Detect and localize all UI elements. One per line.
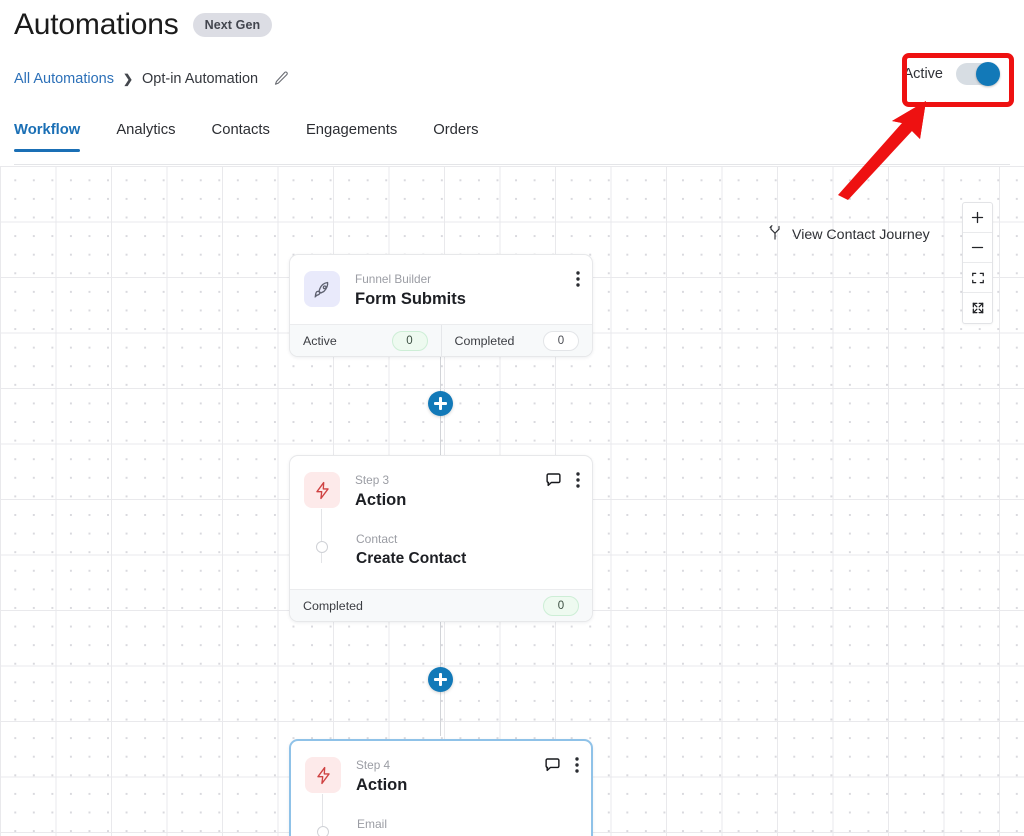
node-header-text: Step 3 Action — [355, 472, 406, 511]
status-toggle-knob — [976, 62, 1000, 86]
tab-bar-divider — [14, 164, 1010, 165]
node-stat-active: Active 0 — [290, 325, 441, 356]
node-actions — [576, 271, 580, 287]
more-options-icon[interactable] — [575, 757, 579, 773]
workflow-node-form-submits[interactable]: Funnel Builder Form Submits Active 0 Com… — [289, 254, 593, 357]
node-detail-subtitle: Email — [357, 817, 388, 831]
page-header: Automations Next Gen All Automations ❯ O… — [0, 0, 1024, 166]
comment-icon[interactable] — [545, 472, 562, 488]
node-detail-text: Contact Create Contact — [356, 531, 578, 569]
node-title: Action — [356, 776, 408, 794]
workflow-node-step-3[interactable]: Step 3 Action Contact Create Contact Com… — [289, 455, 593, 622]
comment-icon[interactable] — [544, 757, 561, 773]
zoom-out-button[interactable] — [963, 233, 992, 263]
node-detail-dot — [315, 541, 328, 553]
node-stat-value: 0 — [543, 595, 579, 616]
next-gen-badge: Next Gen — [192, 13, 273, 37]
node-actions — [545, 472, 580, 488]
fit-view-button[interactable] — [963, 263, 992, 293]
node-actions — [544, 757, 579, 773]
more-options-icon[interactable] — [576, 472, 580, 488]
node-stat-completed: Completed 0 — [440, 325, 593, 356]
node-subtitle: Step 3 — [355, 473, 390, 487]
view-contact-journey-label: View Contact Journey — [792, 227, 930, 243]
tab-bar: Workflow Analytics Contacts Engagements … — [14, 122, 514, 152]
status-toggle-group: Active — [903, 62, 1000, 86]
page-title: Automations — [14, 8, 179, 41]
lightning-bolt-icon — [305, 757, 341, 793]
fullscreen-button[interactable] — [963, 293, 992, 323]
zoom-in-button[interactable] — [963, 203, 992, 233]
journey-branch-icon — [767, 224, 783, 246]
status-toggle[interactable] — [956, 62, 1000, 86]
title-row: Automations Next Gen — [14, 8, 273, 42]
node-stats: Completed 0 — [290, 589, 592, 621]
tab-workflow[interactable]: Workflow — [14, 122, 98, 152]
breadcrumb-separator-icon: ❯ — [122, 71, 134, 86]
node-detail-text: Email — [357, 816, 577, 832]
workflow-node-step-4[interactable]: Step 4 Action Email — [289, 739, 593, 836]
tab-orders[interactable]: Orders — [433, 122, 496, 152]
node-header-text: Step 4 Action — [356, 757, 407, 796]
zoom-controls — [962, 202, 993, 324]
breadcrumb: All Automations ❯ Opt-in Automation — [14, 70, 290, 87]
lightning-bolt-icon — [304, 472, 340, 508]
node-stat-value: 0 — [543, 330, 579, 351]
breadcrumb-all-automations[interactable]: All Automations — [14, 71, 114, 87]
node-detail-dot — [316, 826, 329, 836]
node-header-text: Funnel Builder Form Submits — [355, 271, 466, 310]
more-options-icon[interactable] — [576, 271, 580, 287]
node-stat-value: 0 — [391, 330, 428, 351]
node-header: Funnel Builder Form Submits — [290, 255, 592, 324]
node-subtitle: Funnel Builder — [355, 272, 432, 286]
node-title: Form Submits — [355, 290, 466, 308]
node-stats: Active 0 Completed 0 — [290, 324, 592, 356]
tab-analytics[interactable]: Analytics — [116, 122, 193, 152]
status-toggle-label: Active — [903, 66, 944, 82]
add-step-button-1[interactable] — [428, 391, 453, 416]
automations-page: Automations Next Gen All Automations ❯ O… — [0, 0, 1024, 836]
tab-contacts[interactable]: Contacts — [212, 122, 288, 152]
node-stat-label: Active — [303, 333, 337, 348]
rocket-icon — [304, 271, 340, 307]
tab-engagements[interactable]: Engagements — [306, 122, 415, 152]
node-detail: Contact Create Contact — [290, 509, 592, 589]
workflow-canvas[interactable]: View Contact Journey Funnel Builder Form… — [0, 166, 1024, 836]
node-title: Action — [355, 491, 407, 509]
node-detail-rail — [321, 509, 322, 563]
node-stat-label: Completed — [454, 333, 515, 348]
node-stat-completed: Completed 0 — [290, 590, 592, 621]
breadcrumb-current: Opt-in Automation — [142, 70, 259, 87]
add-step-button-2[interactable] — [428, 667, 453, 692]
node-detail-title: Create Contact — [356, 550, 467, 567]
view-contact-journey-button[interactable]: View Contact Journey — [767, 224, 930, 246]
node-detail: Email — [291, 794, 591, 836]
node-stat-label: Completed — [303, 598, 363, 613]
pencil-icon[interactable] — [273, 70, 290, 87]
node-header: Step 4 Action — [291, 741, 591, 810]
node-subtitle: Step 4 — [356, 758, 391, 772]
node-header: Step 3 Action — [290, 456, 592, 525]
node-detail-subtitle: Contact — [356, 532, 398, 546]
